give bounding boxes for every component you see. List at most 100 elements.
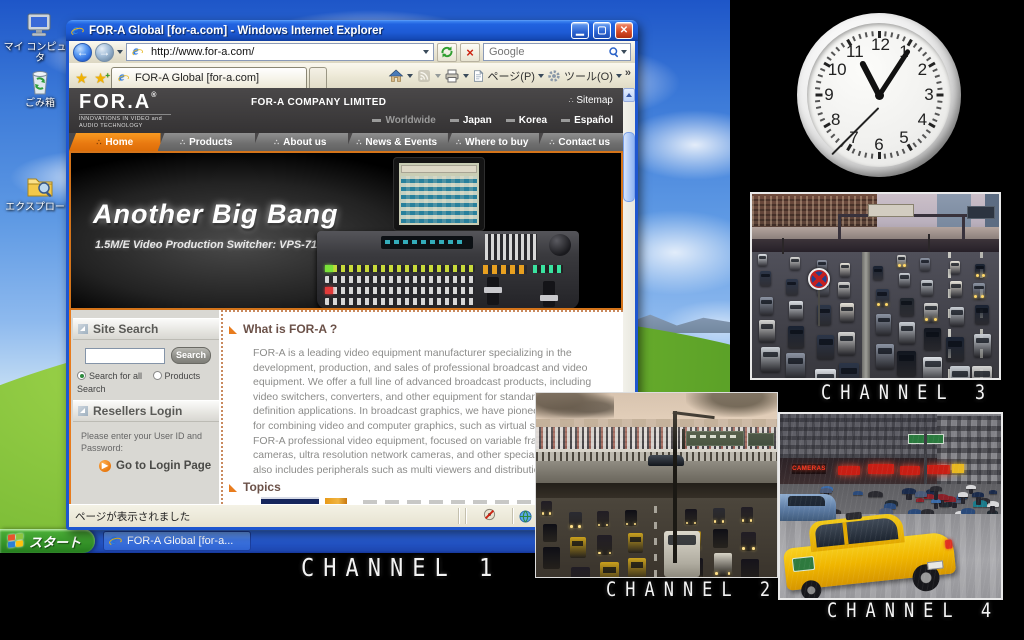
clock-tick (918, 47, 922, 52)
print-dropdown-icon[interactable] (463, 74, 469, 78)
address-bar[interactable]: e (126, 43, 434, 61)
search-dropdown-icon[interactable] (621, 50, 627, 54)
taskbar-task-ie[interactable]: e FOR-A Global [for-a... (103, 531, 251, 551)
topic-thumbnail[interactable] (261, 497, 319, 504)
scroll-up-button[interactable] (623, 88, 635, 102)
gantry-post (838, 214, 841, 240)
car (840, 303, 854, 322)
site-search-field[interactable] (85, 348, 165, 364)
go-to-login-link[interactable]: ▶ Go to Login Page (99, 460, 211, 472)
headlight (626, 523, 629, 526)
for-a-logo[interactable]: FOR.A® INNOVATIONS IN VIDEO and AUDIO TE… (79, 92, 171, 129)
car (786, 279, 798, 295)
nav-tab-contact-us[interactable]: ∴Contact us (536, 133, 623, 151)
site-search-button[interactable]: Search (171, 347, 211, 364)
start-button[interactable]: スタート (0, 529, 95, 553)
lang-label: Korea (519, 115, 547, 126)
search-box[interactable] (483, 43, 631, 61)
clock-tick (890, 153, 893, 158)
page-dropdown-icon[interactable] (538, 74, 544, 78)
lang-korea[interactable]: Korea (506, 115, 547, 126)
car (759, 320, 775, 341)
headlight (981, 295, 984, 298)
site-header: FOR.A® INNOVATIONS IN VIDEO and AUDIO TE… (69, 88, 623, 133)
car (946, 337, 964, 361)
minimize-button[interactable]: ▁ (571, 22, 589, 39)
search-input[interactable] (487, 45, 608, 59)
stop-button[interactable]: × (460, 43, 480, 62)
lang-label: Japan (463, 115, 492, 126)
toolbar-overflow-chevron[interactable]: » (625, 67, 631, 79)
address-input[interactable] (149, 45, 419, 59)
scroll-thumb[interactable] (623, 132, 635, 202)
car (741, 532, 756, 551)
car-windshield (818, 309, 829, 313)
nav-tab-products[interactable]: ∴ Products (158, 133, 255, 151)
headlight (542, 512, 545, 515)
task-label: FOR-A Global [for-a... (127, 535, 233, 547)
lang-espanol[interactable]: Español (561, 115, 613, 126)
hero-banner[interactable]: Another Big Bang 1.5M/E Video Production… (69, 151, 623, 310)
car (876, 314, 891, 335)
car-windshield (948, 341, 962, 346)
site-search-input[interactable] (86, 353, 164, 367)
title-bar[interactable]: e FOR-A Global [for-a.com] - Windows Int… (66, 20, 638, 41)
logo-tagline: INNOVATIONS IN VIDEO and AUDIO TECHNOLOG… (79, 114, 171, 129)
refresh-button[interactable] (437, 43, 457, 62)
car (817, 335, 834, 358)
forward-button[interactable]: → (95, 43, 114, 62)
lang-worldwide[interactable]: Worldwide (372, 115, 435, 126)
add-favorite-icon[interactable]: ★+ (92, 68, 109, 88)
tools-menu[interactable]: ツール(O) (564, 68, 613, 84)
car-windshield (901, 326, 914, 331)
nav-tab-where-to-buy[interactable]: ∴Where to buy (445, 133, 540, 151)
favorites-center-icon[interactable]: ★ (73, 68, 90, 88)
lang-japan[interactable]: Japan (450, 115, 492, 126)
headlight (925, 318, 928, 321)
nav-tab-news-events[interactable]: ∴News & Events (345, 133, 447, 151)
print-icon[interactable] (444, 68, 460, 84)
maximize-button[interactable]: ▢ (593, 22, 611, 39)
clock-tick (896, 34, 899, 39)
car-windshield (899, 355, 914, 361)
history-dropdown-icon[interactable] (117, 50, 123, 54)
address-dropdown-icon[interactable] (423, 50, 429, 54)
car-windshield (976, 338, 990, 343)
lang-label: Worldwide (385, 115, 435, 126)
back-button[interactable]: ← (73, 43, 92, 62)
phishing-filter-icon[interactable] (472, 508, 506, 524)
lane-line (654, 498, 657, 577)
nav-tab-home[interactable]: ∴Home (69, 133, 161, 151)
bullet-icon: ∴ (180, 138, 185, 147)
resellers-login-title: Resellers Login (93, 404, 182, 418)
channel-2-label: CHANNEL 2 (606, 579, 779, 602)
console-button-row (325, 276, 475, 283)
heading-label: Topics (243, 480, 281, 494)
sitemap-link[interactable]: ∴ Sitemap (568, 95, 613, 106)
radio-products-search[interactable] (153, 371, 162, 380)
feeds-dropdown-icon[interactable] (435, 74, 441, 78)
car (758, 254, 767, 266)
close-button[interactable]: ✕ (615, 22, 633, 39)
car (788, 326, 804, 348)
console-orange-buttons (483, 265, 527, 274)
new-tab-stub[interactable] (309, 67, 327, 88)
nav-tab-about-us[interactable]: ∴About us (252, 133, 348, 151)
page-menu[interactable]: ページ(P) (488, 68, 535, 84)
tools-dropdown-icon[interactable] (616, 74, 622, 78)
car-windshield (925, 306, 936, 310)
company-name: FOR-A COMPANY LIMITED (251, 97, 386, 108)
corner-arrow-icon (78, 406, 88, 416)
nav-label: Products (189, 137, 232, 148)
home-icon[interactable] (388, 68, 404, 84)
tab-for-a-global[interactable]: e FOR-A Global [for-a.com] (111, 67, 307, 88)
clock-tick (835, 138, 839, 143)
status-divider (512, 508, 513, 524)
clock-tick (913, 142, 917, 147)
search-icon[interactable] (608, 46, 621, 59)
corner-arrow-icon (78, 324, 88, 334)
car-windshield (790, 305, 801, 309)
radio-search-all[interactable] (77, 371, 86, 380)
car (899, 322, 915, 344)
home-dropdown-icon[interactable] (407, 74, 413, 78)
